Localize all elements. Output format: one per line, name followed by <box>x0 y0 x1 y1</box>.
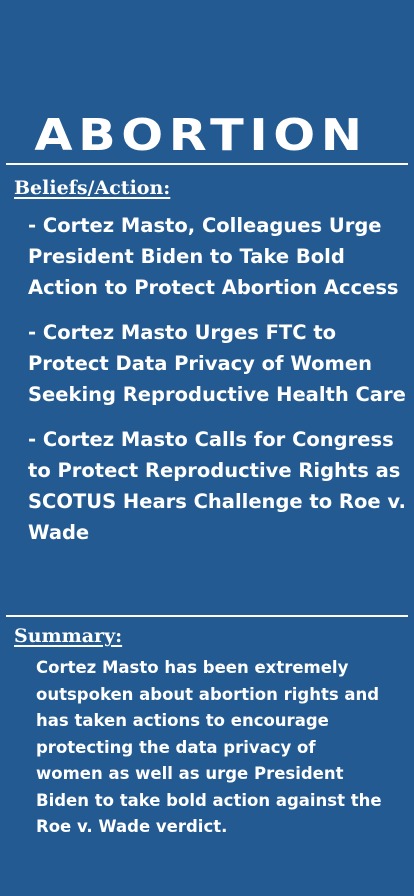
summary-heading: Summary: <box>14 625 123 647</box>
top-divider <box>6 163 408 165</box>
middle-divider <box>6 615 408 617</box>
belief-item: - Cortez Masto, Colleagues Urge Presiden… <box>28 214 399 299</box>
belief-item: - Cortez Masto Calls for Congress to Pro… <box>28 428 406 544</box>
beliefs-list: - Cortez Masto, Colleagues Urge Presiden… <box>28 210 406 562</box>
belief-item: - Cortez Masto Urges FTC to Protect Data… <box>28 321 406 406</box>
issue-card: ABORTION Beliefs/Action: - Cortez Masto,… <box>0 0 414 896</box>
beliefs-heading: Beliefs/Action: <box>14 177 171 199</box>
page-title: ABORTION <box>34 110 368 161</box>
summary-text: Cortez Masto has been extremely outspoke… <box>36 658 382 836</box>
